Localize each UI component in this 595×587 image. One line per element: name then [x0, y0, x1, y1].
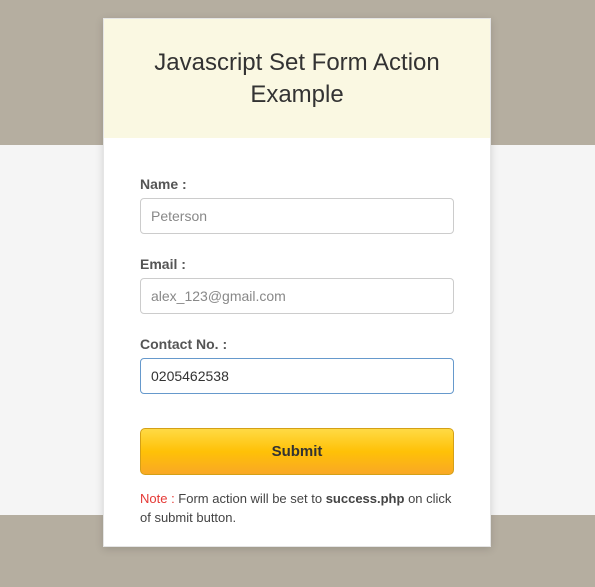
card-header: Javascript Set Form Action Example [104, 19, 490, 138]
note-before: Form action will be set to [175, 491, 326, 506]
email-group: Email : [140, 256, 454, 314]
name-input[interactable] [140, 198, 454, 234]
email-input[interactable] [140, 278, 454, 314]
name-group: Name : [140, 176, 454, 234]
note-text: Note : Form action will be set to succes… [140, 489, 454, 528]
form-card: Javascript Set Form Action Example Name … [103, 18, 491, 547]
name-label: Name : [140, 176, 454, 192]
contact-group: Contact No. : [140, 336, 454, 394]
contact-label: Contact No. : [140, 336, 454, 352]
submit-button[interactable]: Submit [140, 428, 454, 475]
note-bold: success.php [326, 491, 405, 506]
note-prefix: Note : [140, 491, 175, 506]
page-title: Javascript Set Form Action Example [124, 47, 470, 112]
card-body: Name : Email : Contact No. : Submit Note… [104, 138, 490, 546]
email-label: Email : [140, 256, 454, 272]
contact-input[interactable] [140, 358, 454, 394]
